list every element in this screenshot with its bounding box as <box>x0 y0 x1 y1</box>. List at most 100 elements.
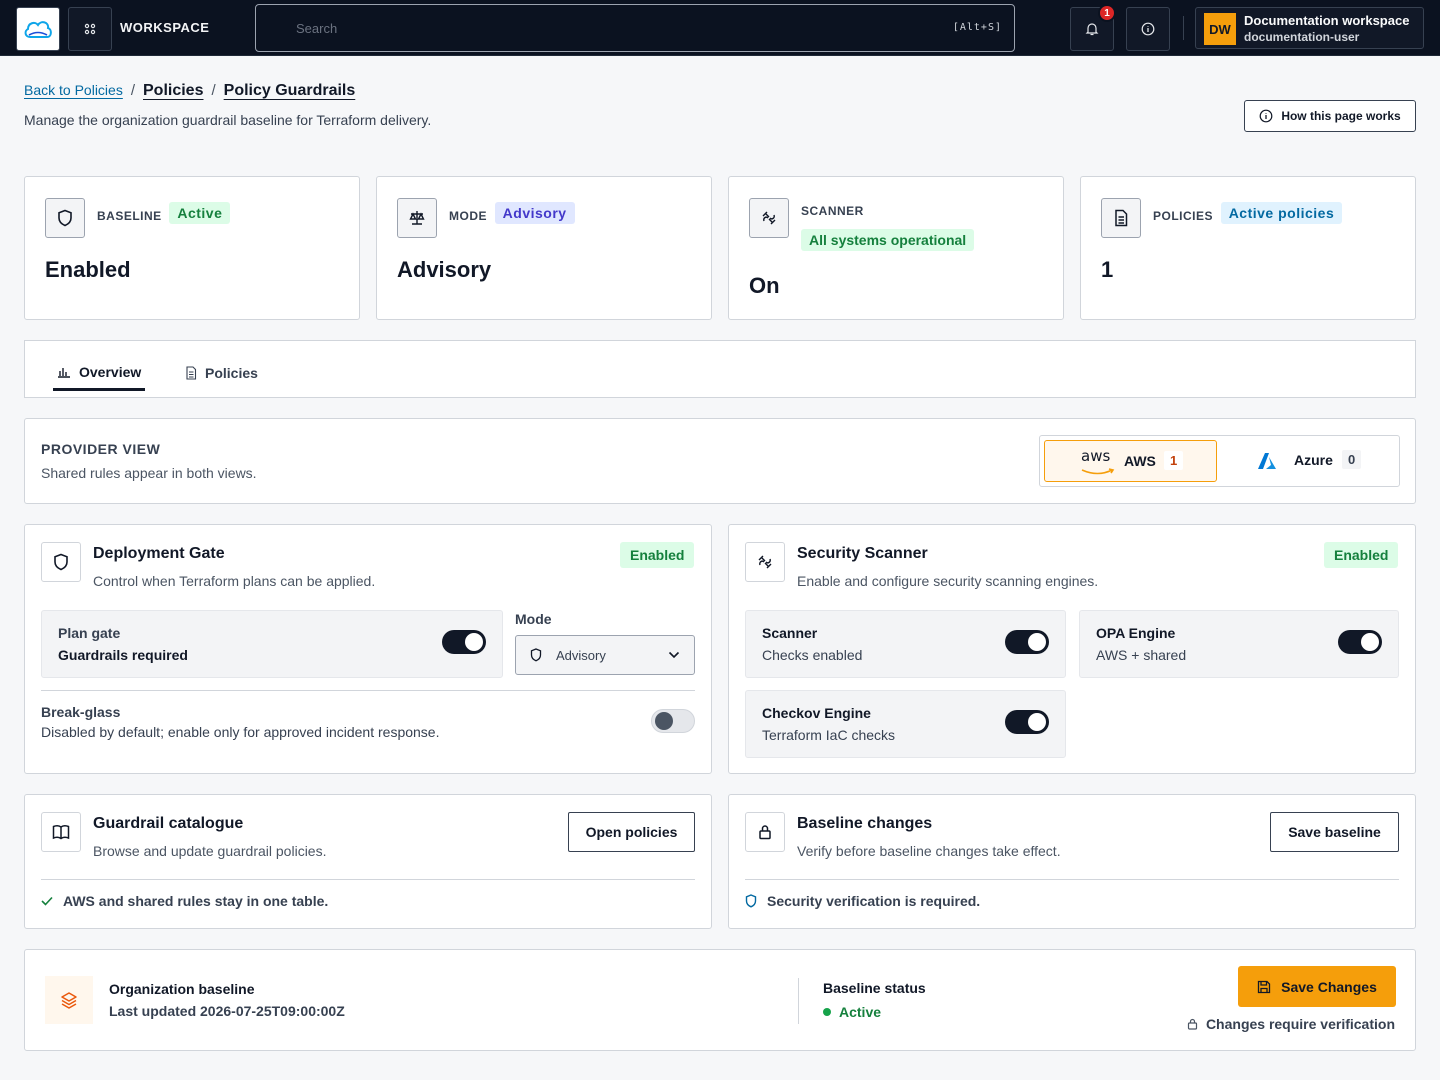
save-baseline-button[interactable]: Save baseline <box>1270 812 1399 852</box>
break-glass-toggle[interactable] <box>651 709 695 733</box>
status-badge: Enabled <box>620 542 695 568</box>
app-logo[interactable] <box>16 7 60 51</box>
engine-name: Scanner <box>762 625 818 641</box>
provider-count: 1 <box>1164 451 1184 470</box>
baseline-note: Security verification is required. <box>745 893 980 909</box>
tab-label: Policies <box>205 365 258 381</box>
info-button[interactable] <box>1126 7 1170 51</box>
panel-title: Baseline changes <box>797 815 933 832</box>
baseline-status: Active <box>823 1004 881 1020</box>
breadcrumb-policies[interactable]: Policies <box>143 82 203 100</box>
search-shortcut: [Alt+S] <box>952 22 1002 33</box>
scanner-toggle[interactable] <box>1005 630 1049 654</box>
save-changes-label: Save Changes <box>1281 978 1377 995</box>
stat-card-baseline: BASELINE Active Enabled <box>24 176 360 320</box>
azure-logo-icon <box>1258 453 1276 469</box>
deployment-gate-panel: Deployment Gate Control when Terraform p… <box>24 524 712 774</box>
provider-view-subtitle: Shared rules appear in both views. <box>41 465 257 481</box>
tab-bar: Overview Policies <box>24 340 1416 398</box>
tab-label: Overview <box>79 363 142 380</box>
page-subtitle: Manage the organization guardrail baseli… <box>24 112 432 128</box>
topbar-divider <box>1183 16 1184 40</box>
provider-count: 0 <box>1342 450 1362 469</box>
status-badge: All systems operational <box>801 229 975 251</box>
engine-description: Terraform IaC checks <box>762 727 896 743</box>
plan-gate-toggle[interactable] <box>442 630 486 654</box>
baseline-changes-panel: Baseline changes Verify before baseline … <box>728 794 1416 929</box>
panel-title: Guardrail catalogue <box>93 815 244 832</box>
open-policies-button[interactable]: Open policies <box>568 812 695 852</box>
verification-note-text: Changes require verification <box>1205 1016 1395 1032</box>
break-glass-title: Break-glass <box>41 704 121 720</box>
provider-option-azure[interactable]: Azure 0 <box>1240 440 1390 482</box>
account-menu[interactable]: DW Documentation workspace documentation… <box>1195 7 1424 49</box>
account-user: documentation-user <box>1244 30 1360 44</box>
document-icon <box>1101 198 1141 238</box>
engine-card-checkov: Checkov Engine Terraform IaC checks <box>745 690 1066 758</box>
provider-option-aws[interactable]: aws AWS 1 <box>1044 440 1217 482</box>
provider-label: AWS <box>1124 453 1156 469</box>
shield-icon <box>45 198 85 238</box>
provider-view-title: PROVIDER VIEW <box>41 441 161 457</box>
provider-switch: aws AWS 1 Azure 0 <box>1039 435 1400 487</box>
stat-value: 1 <box>1101 257 1114 282</box>
opa-engine-toggle[interactable] <box>1338 630 1382 654</box>
org-baseline-title: Organization baseline <box>109 981 255 997</box>
engine-description: AWS + shared <box>1096 647 1187 663</box>
panel-title: Security Scanner <box>797 545 928 562</box>
mode-select-value: Advisory <box>556 647 606 663</box>
account-name: Documentation workspace <box>1244 13 1410 28</box>
panel-subtitle: Verify before baseline changes take effe… <box>797 843 1061 859</box>
book-icon <box>41 812 81 852</box>
how-page-works-button[interactable]: How this page works <box>1244 100 1416 132</box>
stat-value: Advisory <box>397 257 492 282</box>
panel-title: Deployment Gate <box>93 545 225 562</box>
top-bar: WORKSPACE [Alt+S] 1 DW Documentation wor… <box>0 0 1440 56</box>
panel-subtitle: Control when Terraform plans can be appl… <box>93 573 376 589</box>
lock-icon <box>745 812 785 852</box>
divider <box>41 690 695 691</box>
break-glass-description: Disabled by default; enable only for app… <box>41 724 440 740</box>
plan-gate-value: Guardrails required <box>58 647 188 663</box>
engine-name: OPA Engine <box>1096 625 1176 641</box>
verification-note: Changes require verification <box>1187 1016 1395 1032</box>
tab-policies[interactable]: Policies <box>185 355 258 391</box>
info-icon <box>1141 22 1155 36</box>
breadcrumb-separator: / <box>130 82 135 99</box>
notification-badge: 1 <box>1098 4 1116 22</box>
shield-icon <box>530 648 542 662</box>
checkov-engine-toggle[interactable] <box>1005 710 1049 734</box>
search-input[interactable] <box>296 17 936 39</box>
plan-gate-box: Plan gate Guardrails required <box>41 610 503 678</box>
stat-label: SCANNER <box>801 204 864 218</box>
stat-label: BASELINE Active <box>97 202 231 226</box>
save-changes-button[interactable]: Save Changes <box>1238 966 1396 1007</box>
mode-select[interactable]: Advisory <box>515 635 695 675</box>
aws-smile-icon <box>1081 468 1115 475</box>
page-title: Policy Guardrails <box>223 82 356 99</box>
chevron-down-icon <box>668 651 680 659</box>
document-icon <box>186 366 197 380</box>
avatar: DW <box>1204 13 1236 45</box>
back-to-policies-link[interactable]: Back to Policies <box>24 82 123 98</box>
status-badge: Active policies <box>1220 202 1343 224</box>
app-switcher-button[interactable] <box>68 7 112 51</box>
tab-overview[interactable]: Overview <box>53 355 146 391</box>
grid-icon <box>84 23 96 35</box>
divider <box>745 879 1399 880</box>
provider-label: Azure <box>1294 452 1333 468</box>
engine-card-scanner: Scanner Checks enabled <box>745 610 1066 678</box>
breadcrumb-separator: / <box>211 82 216 99</box>
scale-icon <box>397 198 437 238</box>
stat-label: MODE Advisory <box>449 202 575 226</box>
panel-subtitle: Enable and configure security scanning e… <box>797 573 1099 589</box>
status-badge: Active <box>169 202 231 224</box>
info-icon <box>1259 109 1273 123</box>
engine-name: Checkov Engine <box>762 705 871 721</box>
lock-icon <box>1187 1018 1198 1030</box>
baseline-note-text: Security verification is required. <box>767 893 981 909</box>
aws-logo: aws <box>1081 447 1111 465</box>
search-box[interactable]: [Alt+S] <box>255 4 1015 52</box>
baseline-status-value: Active <box>839 1004 882 1020</box>
divider <box>41 879 695 880</box>
